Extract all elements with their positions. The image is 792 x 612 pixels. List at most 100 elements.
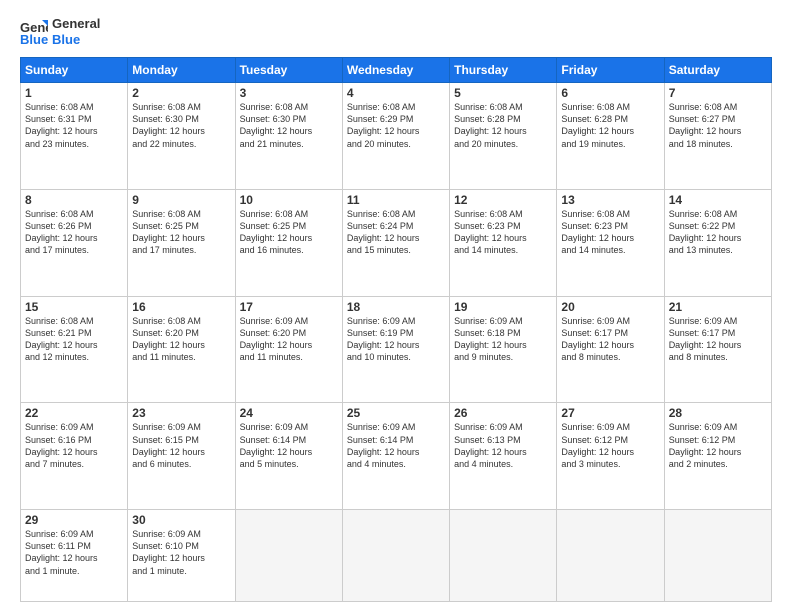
day-number: 12 xyxy=(454,193,552,207)
calendar-day: 29Sunrise: 6:09 AM Sunset: 6:11 PM Dayli… xyxy=(21,510,128,602)
day-number: 2 xyxy=(132,86,230,100)
day-number: 6 xyxy=(561,86,659,100)
day-info: Sunrise: 6:08 AM Sunset: 6:25 PM Dayligh… xyxy=(240,208,338,257)
day-number: 3 xyxy=(240,86,338,100)
calendar-day: 23Sunrise: 6:09 AM Sunset: 6:15 PM Dayli… xyxy=(128,403,235,510)
day-number: 13 xyxy=(561,193,659,207)
logo-icon: General Blue xyxy=(20,18,48,46)
calendar-day: 17Sunrise: 6:09 AM Sunset: 6:20 PM Dayli… xyxy=(235,296,342,403)
day-number: 1 xyxy=(25,86,123,100)
day-info: Sunrise: 6:08 AM Sunset: 6:31 PM Dayligh… xyxy=(25,101,123,150)
day-info: Sunrise: 6:09 AM Sunset: 6:14 PM Dayligh… xyxy=(347,421,445,470)
calendar-day xyxy=(557,510,664,602)
day-info: Sunrise: 6:08 AM Sunset: 6:20 PM Dayligh… xyxy=(132,315,230,364)
calendar-day: 26Sunrise: 6:09 AM Sunset: 6:13 PM Dayli… xyxy=(450,403,557,510)
calendar-day: 5Sunrise: 6:08 AM Sunset: 6:28 PM Daylig… xyxy=(450,83,557,190)
day-number: 28 xyxy=(669,406,767,420)
day-info: Sunrise: 6:08 AM Sunset: 6:30 PM Dayligh… xyxy=(240,101,338,150)
day-number: 5 xyxy=(454,86,552,100)
header-day: Monday xyxy=(128,58,235,83)
calendar-day: 16Sunrise: 6:08 AM Sunset: 6:20 PM Dayli… xyxy=(128,296,235,403)
calendar-day: 1Sunrise: 6:08 AM Sunset: 6:31 PM Daylig… xyxy=(21,83,128,190)
header-day: Friday xyxy=(557,58,664,83)
day-info: Sunrise: 6:08 AM Sunset: 6:25 PM Dayligh… xyxy=(132,208,230,257)
calendar-day xyxy=(235,510,342,602)
calendar-day: 21Sunrise: 6:09 AM Sunset: 6:17 PM Dayli… xyxy=(664,296,771,403)
calendar-day: 19Sunrise: 6:09 AM Sunset: 6:18 PM Dayli… xyxy=(450,296,557,403)
day-number: 27 xyxy=(561,406,659,420)
logo-general: General xyxy=(52,16,100,32)
day-number: 9 xyxy=(132,193,230,207)
header-day: Wednesday xyxy=(342,58,449,83)
day-number: 10 xyxy=(240,193,338,207)
calendar-day: 8Sunrise: 6:08 AM Sunset: 6:26 PM Daylig… xyxy=(21,189,128,296)
svg-text:Blue: Blue xyxy=(20,32,48,46)
logo-blue: Blue xyxy=(52,32,100,48)
day-info: Sunrise: 6:08 AM Sunset: 6:21 PM Dayligh… xyxy=(25,315,123,364)
day-number: 23 xyxy=(132,406,230,420)
calendar-day: 13Sunrise: 6:08 AM Sunset: 6:23 PM Dayli… xyxy=(557,189,664,296)
day-info: Sunrise: 6:08 AM Sunset: 6:23 PM Dayligh… xyxy=(561,208,659,257)
header: General Blue General Blue xyxy=(20,16,772,47)
calendar-day: 28Sunrise: 6:09 AM Sunset: 6:12 PM Dayli… xyxy=(664,403,771,510)
day-number: 14 xyxy=(669,193,767,207)
calendar-table: SundayMondayTuesdayWednesdayThursdayFrid… xyxy=(20,57,772,602)
calendar-day: 4Sunrise: 6:08 AM Sunset: 6:29 PM Daylig… xyxy=(342,83,449,190)
day-info: Sunrise: 6:09 AM Sunset: 6:11 PM Dayligh… xyxy=(25,528,123,577)
calendar-day: 15Sunrise: 6:08 AM Sunset: 6:21 PM Dayli… xyxy=(21,296,128,403)
day-info: Sunrise: 6:09 AM Sunset: 6:16 PM Dayligh… xyxy=(25,421,123,470)
header-day: Tuesday xyxy=(235,58,342,83)
header-row: SundayMondayTuesdayWednesdayThursdayFrid… xyxy=(21,58,772,83)
day-number: 24 xyxy=(240,406,338,420)
calendar-day: 18Sunrise: 6:09 AM Sunset: 6:19 PM Dayli… xyxy=(342,296,449,403)
week-row: 29Sunrise: 6:09 AM Sunset: 6:11 PM Dayli… xyxy=(21,510,772,602)
calendar-day: 6Sunrise: 6:08 AM Sunset: 6:28 PM Daylig… xyxy=(557,83,664,190)
day-info: Sunrise: 6:09 AM Sunset: 6:17 PM Dayligh… xyxy=(561,315,659,364)
day-number: 26 xyxy=(454,406,552,420)
day-number: 7 xyxy=(669,86,767,100)
day-number: 15 xyxy=(25,300,123,314)
day-info: Sunrise: 6:08 AM Sunset: 6:28 PM Dayligh… xyxy=(454,101,552,150)
page: General Blue General Blue SundayMondayTu… xyxy=(0,0,792,612)
day-number: 4 xyxy=(347,86,445,100)
calendar-day: 30Sunrise: 6:09 AM Sunset: 6:10 PM Dayli… xyxy=(128,510,235,602)
day-info: Sunrise: 6:08 AM Sunset: 6:30 PM Dayligh… xyxy=(132,101,230,150)
week-row: 8Sunrise: 6:08 AM Sunset: 6:26 PM Daylig… xyxy=(21,189,772,296)
day-info: Sunrise: 6:08 AM Sunset: 6:26 PM Dayligh… xyxy=(25,208,123,257)
day-info: Sunrise: 6:08 AM Sunset: 6:27 PM Dayligh… xyxy=(669,101,767,150)
day-number: 11 xyxy=(347,193,445,207)
day-info: Sunrise: 6:08 AM Sunset: 6:29 PM Dayligh… xyxy=(347,101,445,150)
logo: General Blue General Blue xyxy=(20,16,100,47)
day-info: Sunrise: 6:09 AM Sunset: 6:18 PM Dayligh… xyxy=(454,315,552,364)
calendar-day: 25Sunrise: 6:09 AM Sunset: 6:14 PM Dayli… xyxy=(342,403,449,510)
week-row: 1Sunrise: 6:08 AM Sunset: 6:31 PM Daylig… xyxy=(21,83,772,190)
day-number: 21 xyxy=(669,300,767,314)
calendar-day xyxy=(342,510,449,602)
calendar-day: 10Sunrise: 6:08 AM Sunset: 6:25 PM Dayli… xyxy=(235,189,342,296)
day-info: Sunrise: 6:08 AM Sunset: 6:22 PM Dayligh… xyxy=(669,208,767,257)
day-info: Sunrise: 6:09 AM Sunset: 6:10 PM Dayligh… xyxy=(132,528,230,577)
day-number: 19 xyxy=(454,300,552,314)
day-info: Sunrise: 6:09 AM Sunset: 6:19 PM Dayligh… xyxy=(347,315,445,364)
day-number: 18 xyxy=(347,300,445,314)
calendar-day: 3Sunrise: 6:08 AM Sunset: 6:30 PM Daylig… xyxy=(235,83,342,190)
day-number: 8 xyxy=(25,193,123,207)
day-info: Sunrise: 6:08 AM Sunset: 6:24 PM Dayligh… xyxy=(347,208,445,257)
day-number: 22 xyxy=(25,406,123,420)
day-info: Sunrise: 6:09 AM Sunset: 6:20 PM Dayligh… xyxy=(240,315,338,364)
day-info: Sunrise: 6:09 AM Sunset: 6:12 PM Dayligh… xyxy=(561,421,659,470)
calendar-day: 24Sunrise: 6:09 AM Sunset: 6:14 PM Dayli… xyxy=(235,403,342,510)
calendar-day: 11Sunrise: 6:08 AM Sunset: 6:24 PM Dayli… xyxy=(342,189,449,296)
day-info: Sunrise: 6:08 AM Sunset: 6:23 PM Dayligh… xyxy=(454,208,552,257)
header-day: Sunday xyxy=(21,58,128,83)
calendar-day: 12Sunrise: 6:08 AM Sunset: 6:23 PM Dayli… xyxy=(450,189,557,296)
day-number: 16 xyxy=(132,300,230,314)
calendar-day xyxy=(450,510,557,602)
calendar-day: 20Sunrise: 6:09 AM Sunset: 6:17 PM Dayli… xyxy=(557,296,664,403)
calendar-day: 27Sunrise: 6:09 AM Sunset: 6:12 PM Dayli… xyxy=(557,403,664,510)
day-info: Sunrise: 6:09 AM Sunset: 6:12 PM Dayligh… xyxy=(669,421,767,470)
week-row: 22Sunrise: 6:09 AM Sunset: 6:16 PM Dayli… xyxy=(21,403,772,510)
calendar-day: 7Sunrise: 6:08 AM Sunset: 6:27 PM Daylig… xyxy=(664,83,771,190)
day-info: Sunrise: 6:09 AM Sunset: 6:17 PM Dayligh… xyxy=(669,315,767,364)
calendar-day: 9Sunrise: 6:08 AM Sunset: 6:25 PM Daylig… xyxy=(128,189,235,296)
